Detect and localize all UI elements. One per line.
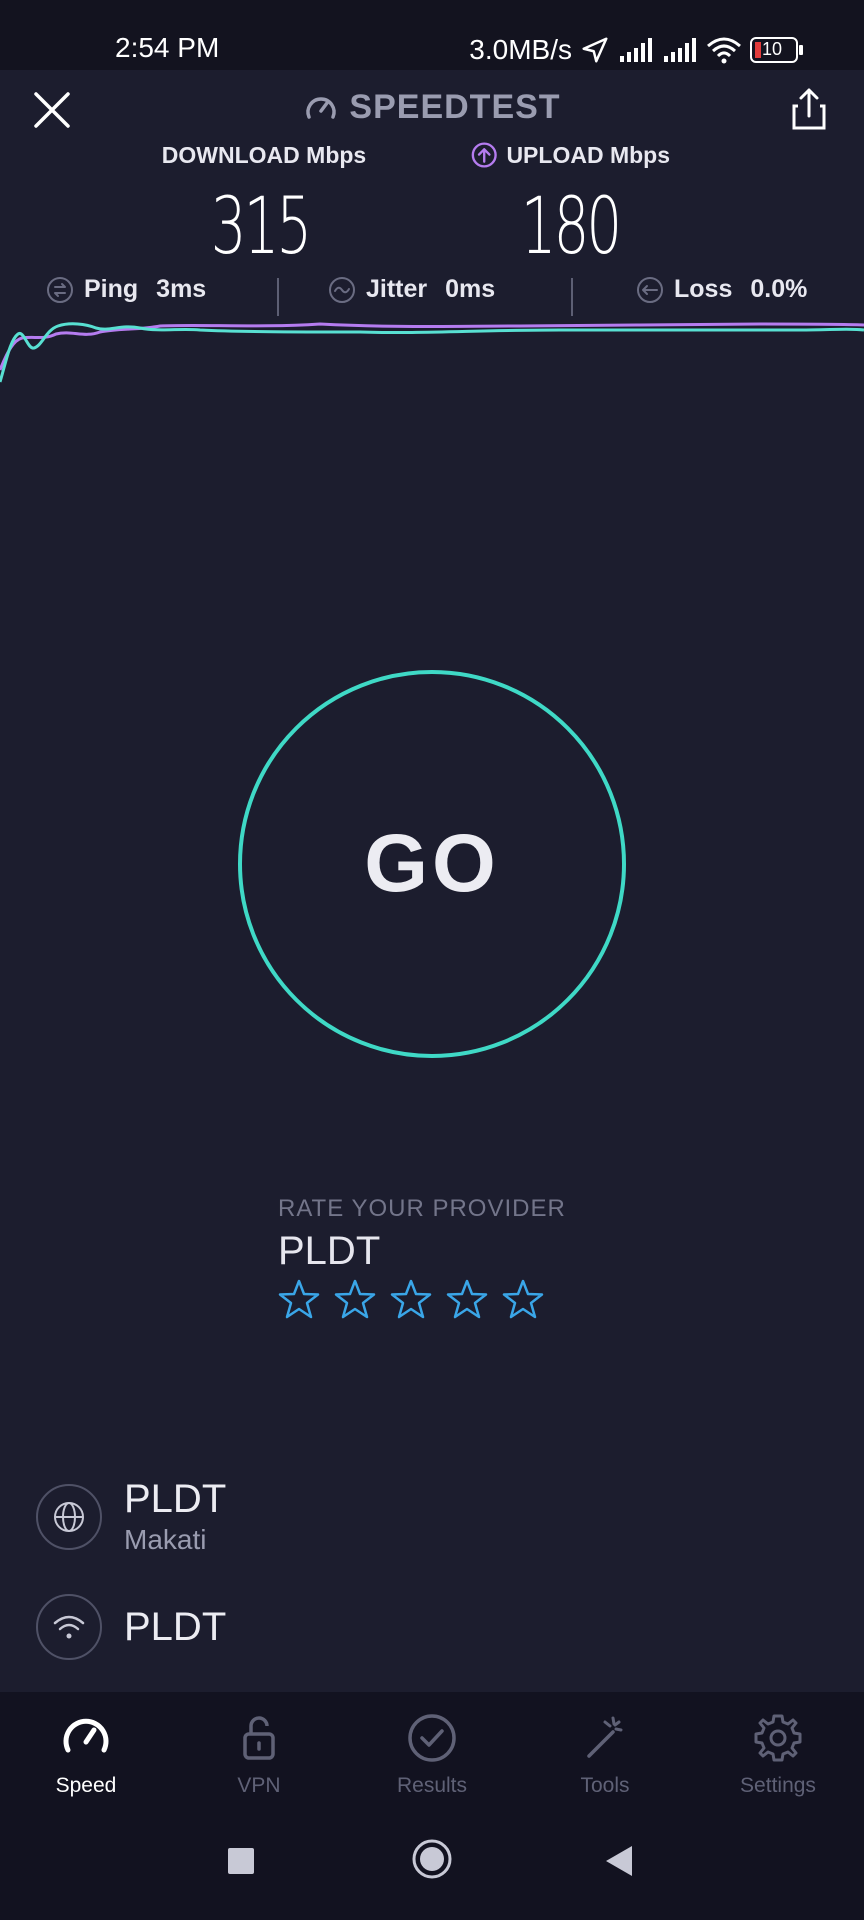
jitter-label: Jitter	[366, 275, 428, 303]
nav-label: VPN	[237, 1774, 281, 1797]
globe-icon	[36, 1483, 102, 1550]
ping-metric: Ping 3ms	[46, 275, 206, 304]
status-bar: 2:54 PM 3.0MB/s 10	[0, 0, 864, 70]
square-icon	[228, 1848, 254, 1874]
nav-tools[interactable]: Tools	[535, 1710, 675, 1798]
loss-icon	[637, 276, 663, 303]
server-provider: PLDT	[124, 1477, 227, 1521]
go-button[interactable]: GO	[238, 670, 626, 1058]
rate-provider-name: PLDT	[278, 1229, 381, 1273]
upload-icon	[471, 142, 497, 168]
nav-label: Tools	[580, 1774, 630, 1797]
signal-icon-2	[662, 38, 698, 62]
share-button[interactable]	[784, 84, 834, 134]
check-circle-icon	[408, 1714, 456, 1762]
server-info[interactable]: PLDT Makati	[36, 1477, 226, 1556]
system-nav-bar	[0, 1812, 864, 1920]
share-icon	[792, 88, 826, 130]
home-button[interactable]	[411, 1838, 453, 1885]
battery-level: 10	[762, 39, 783, 59]
go-label: GO	[364, 818, 500, 909]
loss-metric: Loss 0.0%	[636, 275, 807, 304]
loss-label: Loss	[674, 275, 733, 303]
ping-label: Ping	[84, 275, 139, 303]
nav-label: Settings	[740, 1774, 816, 1797]
upload-value: 180	[520, 182, 622, 272]
back-triangle-icon	[606, 1846, 632, 1876]
wifi-icon	[706, 36, 742, 64]
status-time: 2:54 PM	[115, 32, 220, 63]
location-arrow-icon	[580, 35, 610, 65]
back-button[interactable]	[604, 1844, 634, 1883]
star-icon[interactable]	[334, 1278, 376, 1320]
recents-button[interactable]	[226, 1846, 256, 1881]
top-bar: SPEEDTEST	[0, 70, 864, 145]
nav-settings[interactable]: Settings	[708, 1710, 848, 1798]
download-graph-line	[0, 322, 864, 383]
app-title-text: SPEEDTEST	[349, 88, 561, 126]
connection-name: PLDT	[124, 1604, 227, 1649]
home-circle-icon	[412, 1839, 452, 1879]
network-speed: 3.0MB/s	[469, 34, 572, 65]
gauge-icon	[306, 97, 337, 119]
nav-speed[interactable]: Speed	[16, 1710, 156, 1798]
nav-results[interactable]: Results	[362, 1710, 502, 1798]
star-icon[interactable]	[446, 1278, 488, 1320]
star-icon[interactable]	[502, 1278, 544, 1320]
metrics-row: Ping 3ms Jitter 0ms Loss 0.0%	[0, 275, 864, 315]
star-rating	[278, 1278, 566, 1320]
speed-graph	[0, 322, 864, 383]
gear-icon	[754, 1714, 802, 1762]
connection-info[interactable]: PLDT	[36, 1594, 226, 1660]
jitter-icon	[329, 276, 355, 303]
rate-provider-section: RATE YOUR PROVIDER PLDT	[278, 1195, 566, 1320]
battery-icon: 10	[750, 37, 804, 63]
download-value: 315	[210, 182, 312, 272]
upload-result: UPLOAD Mbps 180	[470, 140, 670, 272]
wifi-icon	[36, 1594, 102, 1660]
nav-label: Results	[396, 1774, 468, 1797]
star-icon[interactable]	[390, 1278, 432, 1320]
star-icon[interactable]	[278, 1278, 320, 1320]
server-location: Makati	[124, 1524, 207, 1555]
magic-wand-icon	[587, 1716, 623, 1758]
upload-label: UPLOAD Mbps	[506, 141, 670, 168]
status-icons: 3.0MB/s 10	[469, 30, 804, 70]
speedometer-icon	[63, 1718, 109, 1753]
jitter-value: 0ms	[445, 275, 496, 303]
unlock-icon	[243, 1716, 275, 1760]
signal-icon	[618, 38, 654, 62]
ping-value: 3ms	[156, 275, 207, 303]
rate-title: RATE YOUR PROVIDER	[278, 1195, 566, 1222]
bottom-nav: Speed VPN Results Tools Settings	[0, 1692, 864, 1812]
download-label: DOWNLOAD Mbps	[161, 141, 367, 168]
app-title: SPEEDTEST	[0, 88, 864, 127]
nav-vpn[interactable]: VPN	[189, 1710, 329, 1798]
download-result: DOWNLOAD Mbps 315	[160, 140, 366, 273]
jitter-metric: Jitter 0ms	[328, 275, 495, 304]
ping-icon	[47, 276, 73, 303]
nav-label: Speed	[55, 1774, 117, 1797]
loss-value: 0.0%	[750, 275, 808, 303]
